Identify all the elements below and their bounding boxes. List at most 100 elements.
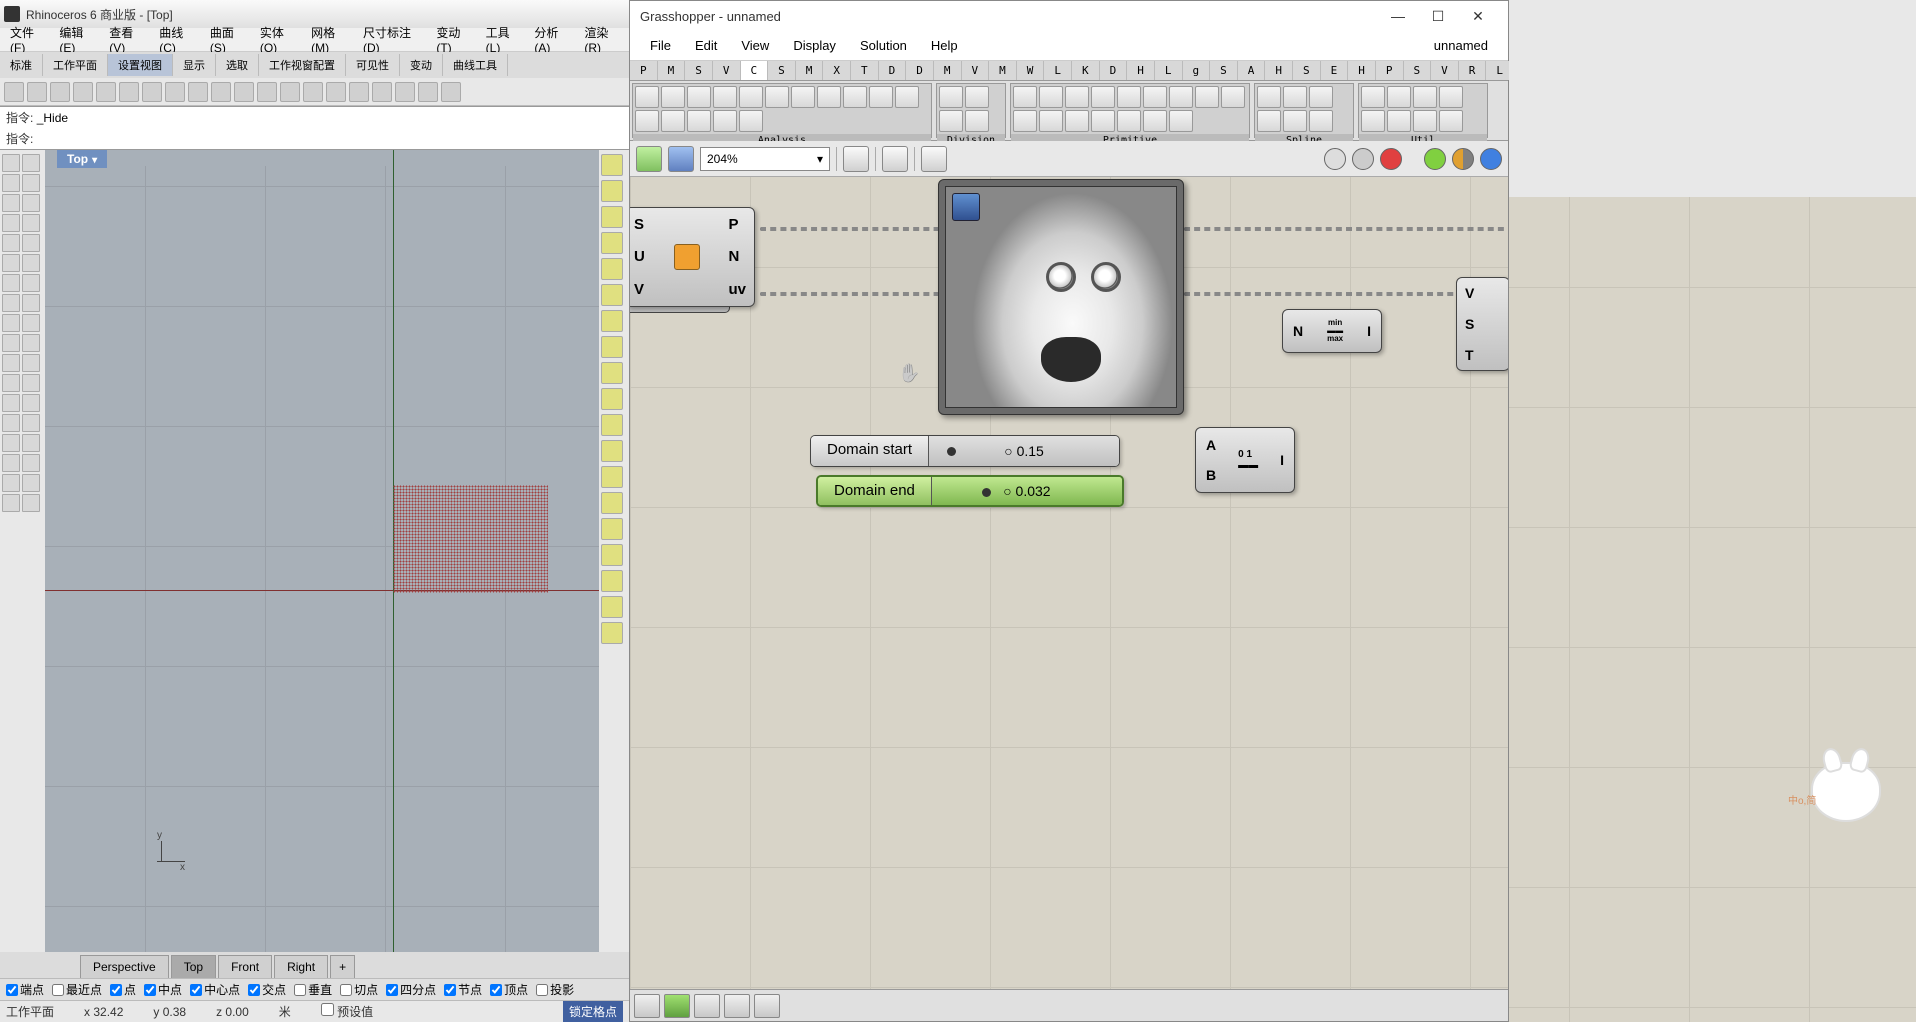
component-icon[interactable] [1117,86,1141,108]
toolbar-icon[interactable] [303,82,323,102]
viewtab-right[interactable]: Right [274,955,328,978]
image-sampler-node[interactable] [938,179,1184,415]
tool-icon[interactable] [2,454,20,472]
tool-icon[interactable] [2,354,20,372]
tab-curvetools[interactable]: 曲线工具 [443,54,508,76]
tool-icon[interactable] [22,274,40,292]
toolbar-icon[interactable] [211,82,231,102]
tool-icon[interactable] [2,434,20,452]
construct-domain-node[interactable]: A B 0 1▬▬ I [1195,427,1295,493]
sketch-icon[interactable] [921,146,947,172]
cat-tab[interactable]: X [823,61,851,80]
tool-icon[interactable] [2,394,20,412]
tool-icon[interactable] [22,234,40,252]
component-icon[interactable] [687,86,711,108]
cat-tab[interactable]: E [1321,61,1349,80]
tool-icon[interactable] [22,414,40,432]
right-tool-icon[interactable] [601,310,623,332]
cmd-input-line[interactable]: 指令: [0,128,629,149]
port-v[interactable]: V [634,281,645,298]
cat-tab[interactable]: D [1100,61,1128,80]
port-u[interactable]: U [634,248,645,265]
cat-tab[interactable]: K [1072,61,1100,80]
component-icon[interactable] [1065,110,1089,132]
tool-icon[interactable] [2,494,20,512]
osnap-垂直[interactable]: 垂直 [294,981,332,998]
component-icon[interactable] [1439,110,1463,132]
right-tool-icon[interactable] [601,206,623,228]
component-icon[interactable] [843,86,867,108]
component-icon[interactable] [739,110,763,132]
toolbar-icon[interactable] [234,82,254,102]
right-tool-icon[interactable] [601,440,623,462]
component-icon[interactable] [1257,110,1281,132]
menu-view[interactable]: 查看(V) [103,24,153,55]
component-icon[interactable] [1013,110,1037,132]
right-tool-icon[interactable] [601,258,623,280]
viewport-label[interactable]: Top▾ [57,150,107,168]
right-tool-icon[interactable] [601,336,623,358]
component-icon[interactable] [1257,86,1281,108]
gh-menu-edit[interactable]: Edit [683,38,729,53]
tool-icon[interactable] [22,474,40,492]
component-icon[interactable] [939,110,963,132]
cat-tab[interactable]: P [630,61,658,80]
component-icon[interactable] [1091,86,1115,108]
cat-tab[interactable]: T [851,61,879,80]
zoom-extents-icon[interactable] [843,146,869,172]
component-icon[interactable] [1361,86,1385,108]
component-icon[interactable] [1361,110,1385,132]
tool-icon[interactable] [22,254,40,272]
btm-icon[interactable] [724,994,750,1018]
close-button[interactable]: ✕ [1458,2,1498,30]
cat-tab[interactable]: A [1238,61,1266,80]
open-file-icon[interactable] [636,146,662,172]
display-mode-red-icon[interactable] [1380,148,1402,170]
evaluate-surface-node[interactable]: S U V P N uv [630,207,755,307]
port-b[interactable]: B [1206,467,1216,483]
save-file-icon[interactable] [668,146,694,172]
status-gridlock[interactable]: 锁定格点 [563,1001,623,1022]
component-icon[interactable] [817,86,841,108]
cat-tab[interactable]: D [906,61,934,80]
tab-cplane[interactable]: 工作平面 [43,54,108,76]
slider-domain-end[interactable]: Domain end ○ 0.032 [816,475,1124,507]
component-icon[interactable] [713,110,737,132]
cat-tab[interactable]: C [741,61,769,80]
tool-icon[interactable] [2,274,20,292]
slider-domain-start[interactable]: Domain start ○ 0.15 [810,435,1120,467]
save-image-icon[interactable] [952,193,980,221]
port-n[interactable]: N [728,248,746,265]
menu-transform[interactable]: 变动(T) [430,24,479,55]
component-icon[interactable] [1065,86,1089,108]
component-icon[interactable] [635,110,659,132]
tool-icon[interactable] [22,334,40,352]
status-preset[interactable]: 预设值 [321,1003,373,1020]
right-tool-icon[interactable] [601,154,623,176]
port-t[interactable]: T [1465,347,1501,363]
osnap-节点[interactable]: 节点 [444,981,482,998]
right-tool-icon[interactable] [601,596,623,618]
toolbar-icon[interactable] [4,82,24,102]
slider-track[interactable]: ○ 0.15 [929,436,1119,466]
cat-tab[interactable]: S [1293,61,1321,80]
port-a[interactable]: A [1206,437,1216,453]
component-icon[interactable] [965,86,989,108]
tool-icon[interactable] [22,194,40,212]
menu-dim[interactable]: 尺寸标注(D) [357,24,430,55]
toolbar-icon[interactable] [349,82,369,102]
right-tool-icon[interactable] [601,414,623,436]
menu-solid[interactable]: 实体(O) [254,24,305,55]
menu-analyze[interactable]: 分析(A) [528,24,578,55]
tool-icon[interactable] [22,374,40,392]
component-icon[interactable] [1091,110,1115,132]
component-icon[interactable] [939,86,963,108]
cat-tab[interactable]: H [1265,61,1293,80]
toolbar-icon[interactable] [280,82,300,102]
gh-menu-solution[interactable]: Solution [848,38,919,53]
rhino-viewport[interactable]: Top▾ y x [45,150,599,952]
tool-icon[interactable] [2,234,20,252]
component-icon[interactable] [1195,86,1219,108]
toolbar-icon[interactable] [441,82,461,102]
component-icon[interactable] [1039,86,1063,108]
